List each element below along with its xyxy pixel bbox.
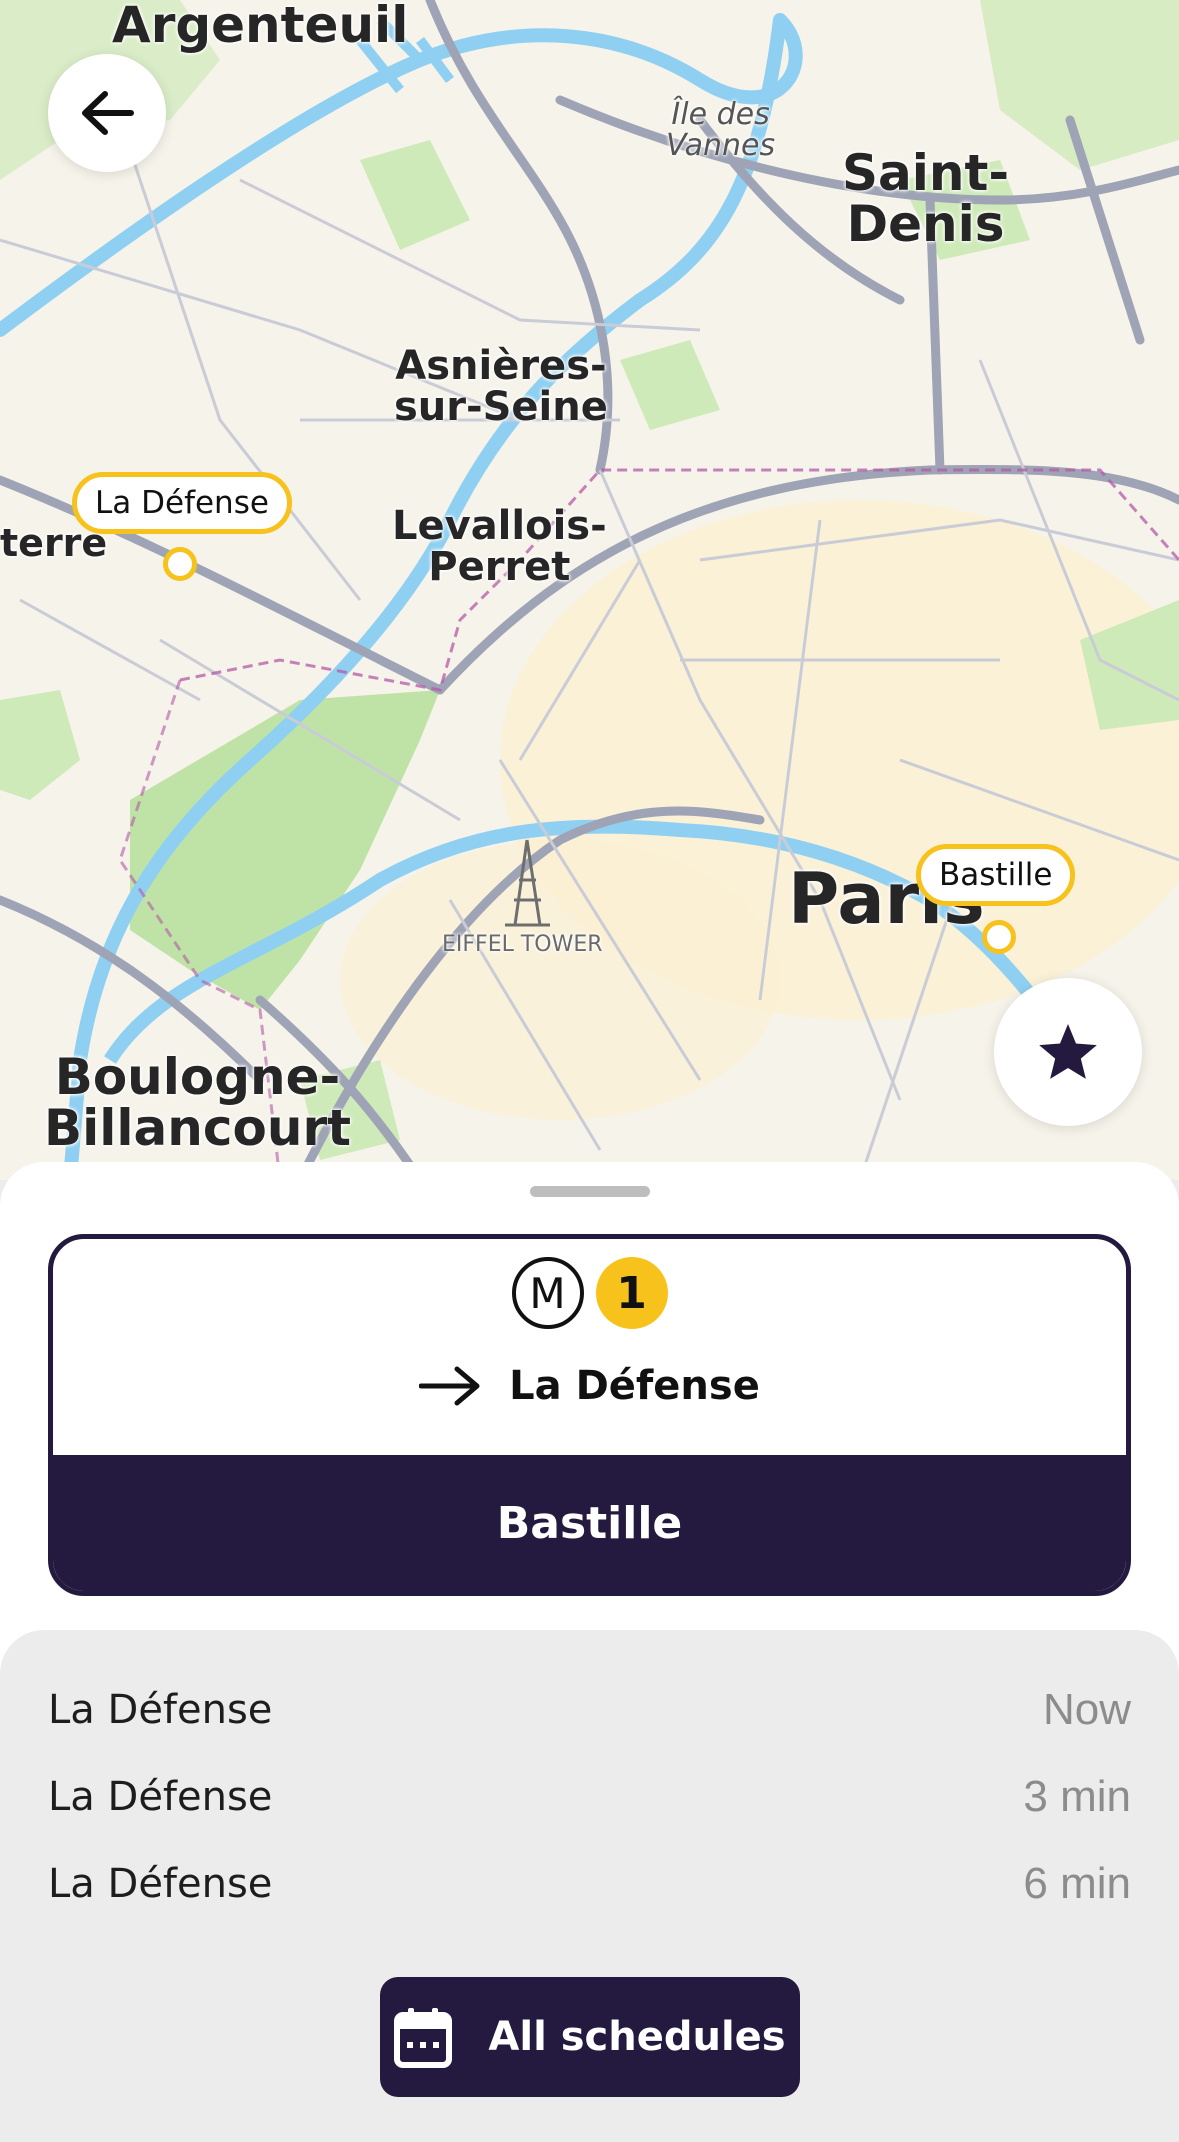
- departure-destination: La Défense: [48, 1861, 273, 1907]
- all-schedules-button[interactable]: All schedules: [380, 1977, 800, 2097]
- departure-time: 6 min: [1023, 1859, 1131, 1908]
- map-view[interactable]: Argenteuil Île des Vannes Saint- Denis A…: [0, 0, 1179, 1180]
- line-card: M 1 La Défense Bastille: [48, 1234, 1131, 1596]
- departure-time: 3 min: [1023, 1772, 1131, 1821]
- departure-row: La Défense 6 min: [48, 1854, 1131, 1914]
- departure-destination: La Défense: [48, 1774, 273, 1820]
- map-pin-origin[interactable]: La Défense: [72, 472, 292, 534]
- back-button[interactable]: [48, 54, 166, 172]
- arrow-left-icon: [82, 91, 134, 135]
- departure-row: La Défense Now: [48, 1680, 1131, 1740]
- departure-time: Now: [1042, 1685, 1131, 1734]
- calendar-icon: [394, 2008, 453, 2068]
- map-stop-dot-destination[interactable]: [982, 920, 1016, 954]
- place-label-ile-des-vannes: Île des Vannes: [666, 97, 776, 163]
- departure-destination: La Défense: [48, 1687, 273, 1733]
- star-icon: [1039, 1024, 1097, 1079]
- place-label-boulogne: Boulogne- Billancourt: [44, 1048, 352, 1157]
- metro-badge-icon: M: [511, 1257, 584, 1329]
- departure-row: La Défense 3 min: [48, 1767, 1131, 1827]
- place-label-asnieres: Asnières- sur-Seine: [394, 343, 608, 430]
- place-label-eiffel-tower: EIFFEL TOWER: [442, 932, 603, 957]
- all-schedules-label: All schedules: [488, 2014, 786, 2060]
- station-bar: Bastille: [53, 1455, 1126, 1591]
- line-badges: M 1: [53, 1257, 1126, 1329]
- direction-label: La Défense: [509, 1363, 760, 1409]
- arrow-right-icon: [419, 1366, 480, 1406]
- favorite-button[interactable]: [994, 978, 1142, 1126]
- direction-row: La Défense: [53, 1363, 1126, 1409]
- line-number-badge: 1: [595, 1257, 668, 1329]
- place-label-levallois: Levallois- Perret: [392, 503, 607, 590]
- map-pin-destination[interactable]: Bastille: [916, 844, 1076, 906]
- station-name: Bastille: [496, 1497, 683, 1549]
- map-stop-dot-origin[interactable]: [163, 547, 197, 581]
- sheet-drag-handle[interactable]: [530, 1186, 650, 1197]
- place-label-saint-denis: Saint- Denis: [842, 144, 1010, 253]
- place-label-argenteuil: Argenteuil: [112, 0, 409, 54]
